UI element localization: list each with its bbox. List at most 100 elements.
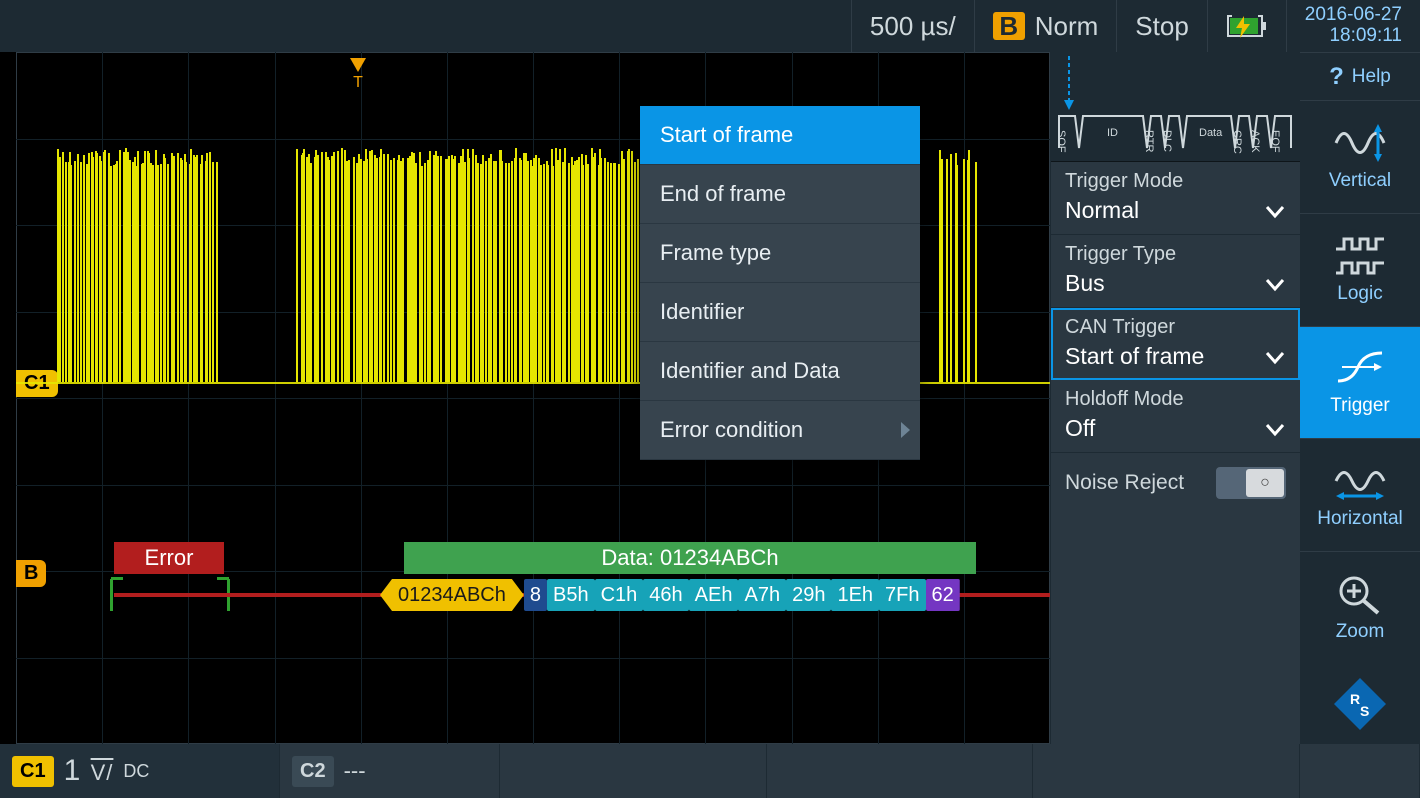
rs-logo-icon: R S <box>1330 674 1390 734</box>
c1-coupling: DC <box>123 761 149 782</box>
trigger-mode-field[interactable]: Trigger Mode Normal <box>1051 162 1300 235</box>
bus-byte-2: 46h <box>643 579 688 611</box>
bus-byte-4: A7h <box>738 579 786 611</box>
dropdown-item-identifier-and-data[interactable]: Identifier and Data <box>640 342 920 401</box>
can-frame-diagram: SOF ID RTR DLC Data CRC ACK EOF <box>1051 52 1300 162</box>
zoom-button[interactable]: Zoom <box>1300 551 1420 664</box>
bus-decode-row: Error Data: 01234ABCh 01234ABCh 8 B5h C1… <box>40 542 1050 614</box>
brand-logo: R S <box>1300 664 1420 744</box>
dropdown-item-start-of-frame[interactable]: Start of frame <box>640 106 920 165</box>
holdoff-mode-label: Holdoff Mode <box>1065 388 1286 411</box>
can-trigger-field[interactable]: CAN Trigger Start of frame <box>1051 308 1300 380</box>
battery-icon <box>1226 14 1268 38</box>
chevron-down-icon <box>1264 418 1286 440</box>
svg-text:R: R <box>1350 691 1360 707</box>
channel-1-badge: C1 <box>12 756 54 787</box>
trigger-mode-label: Trigger Mode <box>1065 170 1286 193</box>
trigger-source-readout[interactable]: B Norm <box>974 0 1117 52</box>
bus-byte-3: AEh <box>689 579 739 611</box>
timebase-value: 500 µs/ <box>870 11 956 42</box>
bottom-spacer-2 <box>767 744 1034 798</box>
horizontal-button[interactable]: Horizontal <box>1300 438 1420 551</box>
svg-text:Data: Data <box>1199 127 1223 139</box>
help-button[interactable]: ? Help <box>1300 52 1420 100</box>
bus-error-label: Error <box>114 542 224 574</box>
svg-text:EOF: EOF <box>1269 130 1281 153</box>
c2-value: --- <box>344 758 366 784</box>
logic-icon <box>1334 235 1386 277</box>
trigger-mode-short: Norm <box>1035 11 1099 42</box>
bus-dlc: 8 <box>524 579 547 611</box>
datetime-readout: 2016-06-27 18:09:11 <box>1286 0 1420 52</box>
bottom-spacer-3 <box>1033 744 1300 798</box>
horizontal-icon <box>1334 460 1386 502</box>
noise-reject-toggle[interactable]: ○ <box>1216 467 1286 499</box>
toggle-knob: ○ <box>1246 469 1284 497</box>
c1-scale-unit: V/ <box>91 760 114 785</box>
top-bar: 500 µs/ B Norm Stop 2016-06-27 18:09:11 <box>0 0 1420 52</box>
zoom-icon <box>1334 573 1386 615</box>
noise-reject-field[interactable]: Noise Reject ○ <box>1051 453 1300 513</box>
timebase-readout[interactable]: 500 µs/ <box>851 0 974 52</box>
svg-text:ID: ID <box>1107 127 1118 139</box>
bus-byte-0: B5h <box>547 579 595 611</box>
trigger-icon <box>1334 347 1386 389</box>
bus-byte-6: 1Eh <box>831 579 879 611</box>
run-state-readout[interactable]: Stop <box>1116 0 1207 52</box>
trigger-mode-value: Normal <box>1065 197 1139 224</box>
bus-trailer: 62 <box>926 579 960 611</box>
bus-byte-5: 29h <box>786 579 831 611</box>
trigger-marker-label: T <box>353 74 363 91</box>
time-value: 18:09:11 <box>1305 26 1402 47</box>
holdoff-mode-field[interactable]: Holdoff Mode Off <box>1051 380 1300 453</box>
bottom-spacer-4 <box>1300 744 1420 798</box>
svg-text:SOF: SOF <box>1055 130 1067 153</box>
bottom-spacer-1 <box>500 744 767 798</box>
channel-2-readout[interactable]: C2 --- <box>280 744 500 798</box>
trigger-position-marker[interactable]: T <box>346 56 370 92</box>
vertical-label: Vertical <box>1329 170 1391 192</box>
right-toolbar: ? Help Vertical Logic Trigger <box>1300 52 1420 744</box>
logic-label: Logic <box>1337 283 1382 305</box>
dropdown-item-frame-type[interactable]: Frame type <box>640 224 920 283</box>
trigger-type-label: Trigger Type <box>1065 243 1286 266</box>
dropdown-item-identifier[interactable]: Identifier <box>640 283 920 342</box>
c1-scale-num: 1 <box>64 754 82 787</box>
chevron-down-icon <box>1264 200 1286 222</box>
trigger-type-field[interactable]: Trigger Type Bus <box>1051 235 1300 308</box>
horizontal-label: Horizontal <box>1317 508 1403 530</box>
channel-1-readout[interactable]: C1 1 V/ DC <box>0 744 280 798</box>
svg-text:CRC: CRC <box>1231 130 1243 154</box>
bottom-bar: C1 1 V/ DC C2 --- <box>0 744 1420 798</box>
vertical-button[interactable]: Vertical <box>1300 100 1420 213</box>
logic-button[interactable]: Logic <box>1300 213 1420 326</box>
chevron-down-icon <box>1264 273 1286 295</box>
dropdown-item-end-of-frame[interactable]: End of frame <box>640 165 920 224</box>
trigger-label: Trigger <box>1330 395 1389 417</box>
chevron-down-icon <box>1264 346 1286 368</box>
run-state-value: Stop <box>1135 11 1189 42</box>
help-label: Help <box>1352 66 1391 88</box>
help-icon: ? <box>1329 63 1344 91</box>
vertical-icon <box>1334 122 1386 164</box>
trigger-button[interactable]: Trigger <box>1300 326 1420 439</box>
trigger-type-value: Bus <box>1065 270 1105 297</box>
svg-text:S: S <box>1360 703 1369 719</box>
can-trigger-dropdown: Start of frame End of frame Frame type I… <box>640 106 920 460</box>
svg-text:RTR: RTR <box>1143 130 1155 152</box>
zoom-label: Zoom <box>1336 621 1385 643</box>
svg-text:ACK: ACK <box>1249 130 1261 153</box>
svg-text:DLC: DLC <box>1161 130 1173 152</box>
bus-data-header: Data: 01234ABCh <box>404 542 976 574</box>
bus-id-hex: 01234ABCh <box>380 579 524 611</box>
can-trigger-value: Start of frame <box>1065 343 1204 370</box>
trigger-settings-panel: SOF ID RTR DLC Data CRC ACK EOF Trigger … <box>1050 52 1300 744</box>
dropdown-item-error-condition[interactable]: Error condition <box>640 401 920 460</box>
date-value: 2016-06-27 <box>1305 5 1402 26</box>
battery-indicator <box>1207 0 1286 52</box>
channel-2-badge: C2 <box>292 756 334 787</box>
bus-byte-7: 7Fh <box>879 579 925 611</box>
holdoff-mode-value: Off <box>1065 415 1095 442</box>
can-trigger-label: CAN Trigger <box>1065 316 1286 339</box>
noise-reject-label: Noise Reject <box>1065 471 1184 495</box>
